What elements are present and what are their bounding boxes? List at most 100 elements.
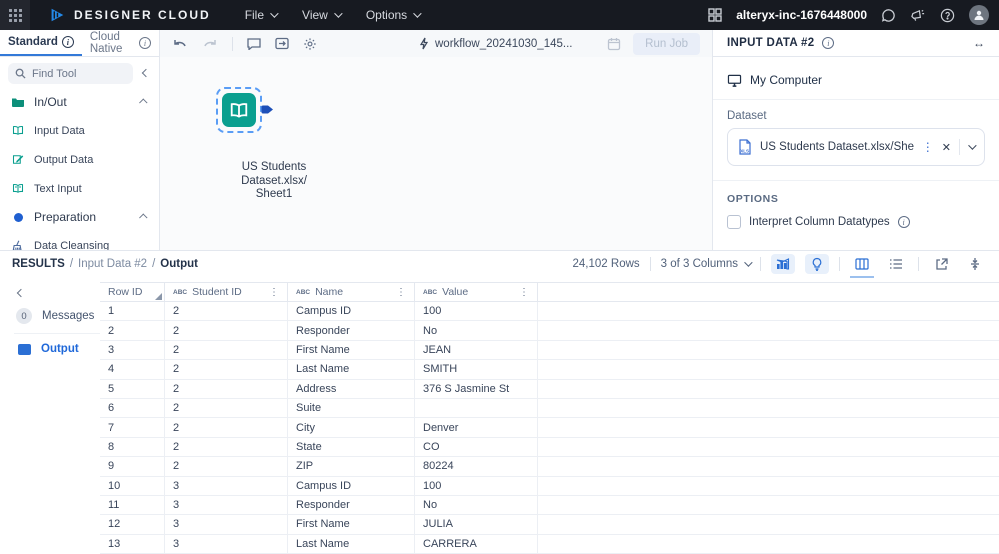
table-row[interactable]: 42Last NameSMITH (100, 360, 999, 379)
panel-title: INPUT DATA #2 (727, 37, 814, 49)
divider (14, 333, 100, 334)
workflow-name[interactable]: workflow_20241030_145... (419, 37, 572, 50)
help-icon[interactable] (940, 8, 955, 23)
tool-input-data[interactable]: Input Data (0, 116, 159, 145)
brand-name: DESIGNER CLOUD (74, 8, 211, 22)
menu-options[interactable]: Options (366, 8, 419, 22)
results-section: RESULTS / Input Data #2 / Output 24,102 … (0, 250, 999, 553)
remove-dataset-icon[interactable]: ✕ (942, 141, 951, 154)
table-row[interactable]: 12Campus ID100 (100, 302, 999, 321)
column-header-student-id[interactable]: ABC Student ID ⋮ (165, 283, 288, 301)
table-row[interactable]: 103Campus ID100 (100, 477, 999, 496)
table-row[interactable]: 113ResponderNo (100, 496, 999, 515)
preparation-group-icon (12, 213, 24, 222)
column-header-row-id[interactable]: Row ID (100, 283, 165, 301)
input-data-node[interactable]: US Students Dataset.xlsx/ Sheet1 (216, 87, 262, 133)
info-icon[interactable]: i (898, 216, 910, 228)
column-menu-icon[interactable]: ⋮ (269, 287, 279, 298)
results-nav: 0 Messages Output (0, 277, 100, 554)
dataset-label: Dataset (713, 100, 999, 128)
collapse-results-icon[interactable] (963, 254, 987, 274)
grid-header-row: Row ID ABC Student ID ⋮ ABC Name ⋮ ABC V… (100, 282, 999, 302)
collapse-palette-icon[interactable] (139, 68, 153, 79)
settings-gear-icon[interactable] (303, 37, 317, 51)
workflow-canvas[interactable]: US Students Dataset.xlsx/ Sheet1 (160, 57, 712, 250)
app-launcher-button[interactable] (0, 0, 30, 30)
collapse-results-nav-icon[interactable] (14, 288, 28, 299)
divider (760, 257, 761, 271)
dataset-menu-icon[interactable]: ⋮ (922, 140, 934, 154)
tab-cloud-native[interactable]: Cloud Nativei (82, 30, 159, 56)
tool-group-preparation[interactable]: Preparation (0, 203, 159, 231)
source-my-computer[interactable]: My Computer (713, 57, 999, 100)
messages-count-badge: 0 (16, 308, 32, 324)
column-header-value[interactable]: ABC Value ⋮ (415, 283, 538, 301)
find-tool-input[interactable] (32, 68, 112, 80)
table-row[interactable]: 92ZIP80224 (100, 457, 999, 476)
output-anchor-icon[interactable] (261, 103, 273, 115)
string-type-icon: ABC (173, 289, 187, 296)
tool-text-input[interactable]: Text Input (0, 174, 159, 203)
columns-dropdown[interactable]: 3 of 3 Columns (661, 258, 750, 270)
insights-bulb-icon[interactable] (805, 254, 829, 274)
divider (232, 37, 233, 51)
tool-output-data[interactable]: Output Data (0, 145, 159, 174)
redo-icon[interactable] (202, 37, 218, 50)
tool-group-in-out[interactable]: In/Out (0, 88, 159, 116)
expand-panel-icon[interactable]: ↔ (973, 36, 985, 50)
table-row[interactable]: 123First NameJULIA (100, 515, 999, 534)
table-row[interactable]: 22ResponderNo (100, 321, 999, 340)
sort-indicator-icon (155, 293, 162, 300)
find-tool-searchbox[interactable] (8, 63, 133, 84)
info-icon[interactable]: i (139, 37, 151, 49)
nav-output[interactable]: Output (0, 336, 100, 362)
comment-icon[interactable] (247, 37, 261, 50)
chevron-down-icon (334, 9, 342, 17)
chevron-down-icon[interactable] (968, 141, 976, 149)
profile-chart-icon[interactable] (771, 254, 795, 274)
table-row[interactable]: 52Address376 S Jasmine St (100, 380, 999, 399)
undo-icon[interactable] (172, 37, 188, 50)
results-header-bar: RESULTS / Input Data #2 / Output 24,102 … (0, 251, 999, 277)
breadcrumb-output[interactable]: Output (160, 258, 198, 270)
search-icon (15, 68, 26, 79)
results-breadcrumb: RESULTS / Input Data #2 / Output (12, 258, 198, 270)
jobs-panel-icon[interactable] (275, 37, 289, 50)
divider (839, 257, 840, 271)
column-menu-icon[interactable]: ⋮ (396, 287, 406, 298)
column-menu-icon[interactable]: ⋮ (519, 287, 529, 298)
nav-messages[interactable]: 0 Messages (0, 301, 100, 331)
options-heading: OPTIONS (713, 181, 999, 215)
chat-icon[interactable] (881, 8, 896, 23)
breadcrumb-input-data[interactable]: Input Data #2 (78, 258, 147, 270)
account-name[interactable]: alteryx-inc-1676448000 (736, 8, 867, 22)
divider (918, 257, 919, 271)
output-data-icon (12, 153, 24, 166)
chevron-down-icon (413, 9, 421, 17)
computer-icon (727, 74, 742, 87)
table-row[interactable]: 82StateCO (100, 438, 999, 457)
schedule-calendar-icon[interactable] (607, 37, 621, 51)
table-row[interactable]: 62Suite (100, 399, 999, 418)
announcements-icon[interactable] (910, 8, 926, 23)
bolt-icon (419, 37, 429, 50)
user-avatar[interactable] (969, 5, 989, 25)
grid-view-icon[interactable] (850, 254, 874, 274)
interpret-datatypes-checkbox[interactable] (727, 215, 741, 229)
run-job-button[interactable]: Run Job (633, 33, 700, 55)
column-header-name[interactable]: ABC Name ⋮ (288, 283, 415, 301)
menu-view[interactable]: View (302, 8, 340, 22)
menu-file[interactable]: File (245, 8, 276, 22)
dataset-card[interactable]: XLS US Students Dataset.xlsx/Sheet1 ⋮ ✕ (727, 128, 985, 166)
apps-grid-icon[interactable] (708, 8, 722, 22)
table-row[interactable]: 72CityDenver (100, 418, 999, 437)
list-view-icon[interactable] (884, 254, 908, 274)
workflow-toolbar: workflow_20241030_145... Run Job (160, 30, 712, 57)
tab-standard[interactable]: Standardi (0, 30, 82, 56)
info-icon[interactable]: i (822, 37, 834, 49)
table-row[interactable]: 133Last NameCARRERA (100, 535, 999, 554)
config-panel: INPUT DATA #2 i ↔ My Computer Dataset XL… (712, 30, 999, 250)
open-in-new-icon[interactable] (929, 254, 953, 274)
info-icon[interactable]: i (62, 36, 74, 48)
table-row[interactable]: 32First NameJEAN (100, 341, 999, 360)
